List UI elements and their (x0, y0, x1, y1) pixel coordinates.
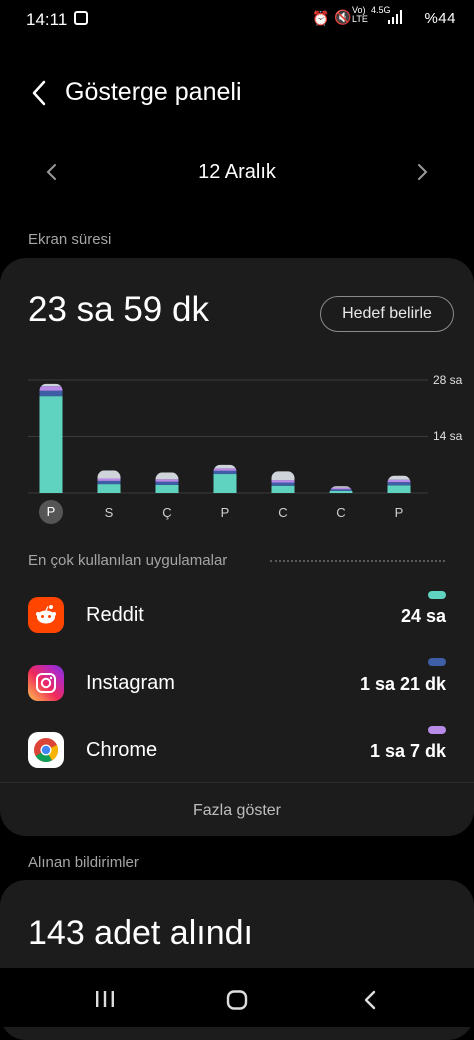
app-usage-time: 1 sa 21 dk (359, 674, 446, 694)
app-usage-time: 1 sa 7 dk (369, 741, 446, 761)
x-axis-day-label[interactable]: P (387, 505, 411, 520)
bar-segment-instagram[interactable] (97, 480, 121, 485)
status-bar: 14:11 ⏰ 🔇 Vo) LTE 4.5G %44 (0, 0, 474, 38)
bar-segment-instagram[interactable] (329, 489, 353, 491)
signal-icon (388, 10, 402, 24)
bar-segment-chrome[interactable] (271, 480, 295, 483)
bar-segment-diğer[interactable] (213, 464, 237, 469)
x-axis-day-label[interactable]: S (97, 505, 121, 520)
bar-segment-instagram[interactable] (271, 482, 295, 486)
top-apps-title: En çok kullanılan uygulamalar (28, 552, 228, 569)
current-date: 12 Aralık (198, 161, 276, 183)
reddit-icon (28, 597, 64, 633)
bar-segment-instagram[interactable] (155, 481, 179, 485)
notifications-count: 143 adet alındı (28, 914, 253, 952)
y-tick-label: 14 sa (433, 429, 463, 443)
bar-segment-reddit[interactable] (213, 474, 237, 493)
bar-segment-diğer[interactable] (271, 471, 295, 481)
volte-icon: Vo) LTE (352, 5, 368, 24)
bar-segment-chrome[interactable] (387, 479, 411, 483)
instagram-icon (28, 665, 64, 701)
bar-segment-instagram[interactable] (387, 482, 411, 486)
bar-segment-diğer[interactable] (97, 470, 121, 479)
app-name: Reddit (86, 604, 144, 626)
back-nav-icon[interactable] (362, 990, 378, 1010)
x-axis-day-label[interactable]: P (213, 505, 237, 520)
screen-time-label: Ekran süresi (28, 231, 112, 248)
notifications-label: Alınan bildirimler (28, 854, 139, 871)
app-name: Chrome (86, 739, 158, 761)
bar-segment-diğer[interactable] (387, 475, 411, 480)
bar-segment-reddit[interactable] (271, 485, 295, 493)
status-time: 14:11 (26, 10, 68, 29)
y-tick-label: 28 sa (433, 373, 463, 387)
bar-segment-diğer[interactable] (39, 383, 63, 387)
bar-segment-chrome[interactable] (39, 386, 63, 391)
system-nav-bar (0, 968, 474, 1027)
x-axis-day-label[interactable]: P (39, 500, 63, 524)
bar-segment-reddit[interactable] (387, 485, 411, 493)
back-arrow-icon[interactable] (26, 78, 56, 108)
next-day-icon[interactable] (412, 160, 432, 184)
total-screen-time: 23 sa 59 dk (28, 290, 209, 329)
app-color-swatch (428, 726, 446, 734)
bar-segment-chrome[interactable] (329, 487, 353, 490)
bar-segment-instagram[interactable] (213, 470, 237, 475)
bar-segment-chrome[interactable] (97, 478, 121, 481)
app-color-swatch (428, 658, 446, 666)
app-name: Instagram (86, 672, 175, 694)
notification-app-icon (74, 11, 88, 25)
card-divider (0, 782, 474, 783)
chrome-icon (28, 732, 64, 768)
bar-segment-diğer[interactable] (155, 472, 179, 480)
show-more-button[interactable]: Fazla göster (0, 802, 474, 820)
x-axis-day-label[interactable]: C (329, 505, 353, 520)
x-axis-day-label[interactable]: C (271, 505, 295, 520)
bar-segment-diğer[interactable] (329, 486, 353, 488)
bar-segment-reddit[interactable] (155, 484, 179, 493)
app-usage-time: 24 sa (400, 606, 446, 626)
home-icon[interactable] (226, 990, 248, 1010)
bar-segment-reddit[interactable] (97, 484, 121, 493)
bar-segment-chrome[interactable] (213, 468, 237, 471)
bar-segment-reddit[interactable] (329, 490, 353, 493)
bar-segment-reddit[interactable] (39, 396, 63, 493)
alarm-icon: ⏰ (312, 10, 330, 26)
recent-apps-icon[interactable] (94, 990, 116, 1008)
x-axis-day-label[interactable]: Ç (155, 505, 179, 520)
app-color-swatch (428, 591, 446, 599)
battery-percent: %44 (424, 10, 456, 27)
set-goal-button[interactable]: Hedef belirle (320, 296, 454, 332)
bar-segment-instagram[interactable] (39, 390, 63, 397)
page-title: Gösterge paneli (65, 78, 242, 106)
mute-icon: 🔇 (334, 9, 352, 25)
bar-segment-chrome[interactable] (155, 479, 179, 482)
dotted-divider (270, 560, 445, 562)
